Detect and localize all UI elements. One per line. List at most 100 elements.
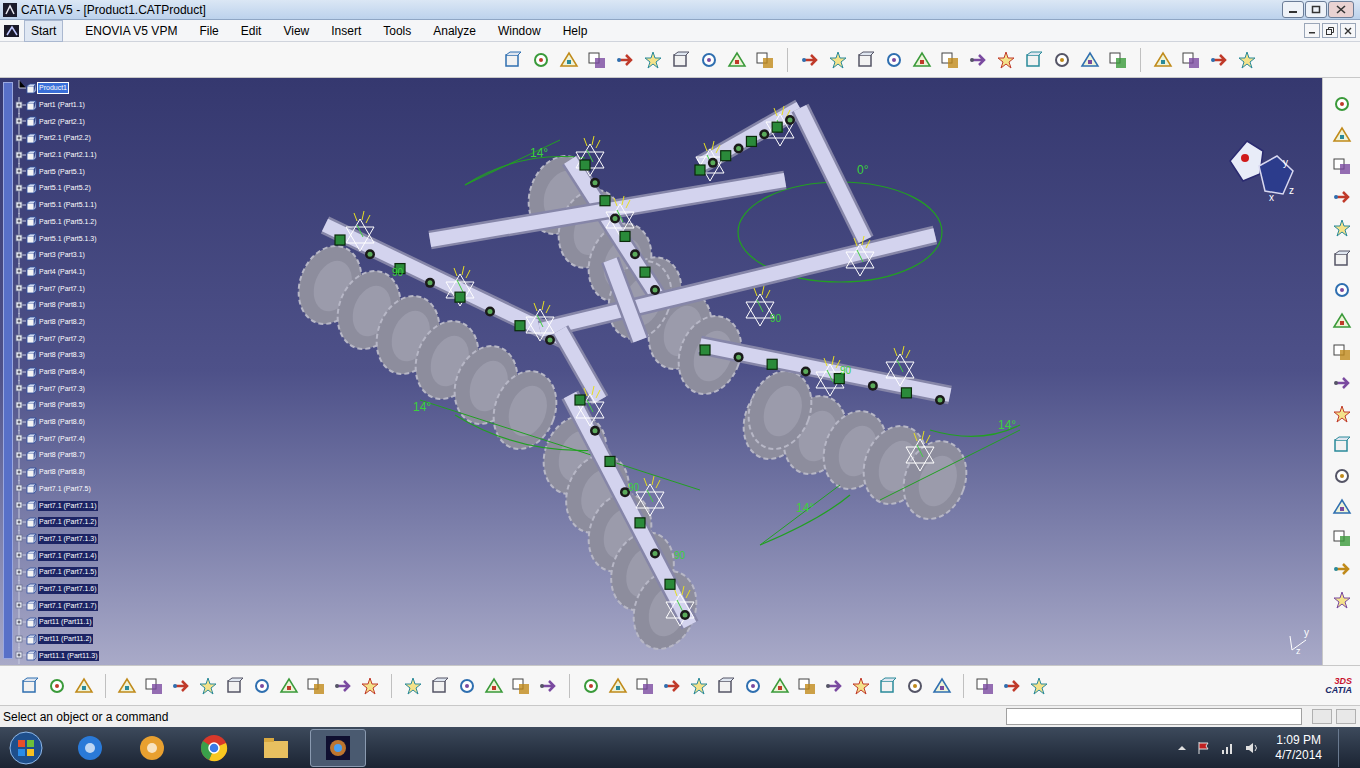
fix-constraint-icon[interactable]: [901, 388, 911, 398]
tool-icon[interactable]: [1332, 218, 1352, 238]
fix-constraint-icon[interactable]: [620, 231, 630, 241]
tool-icon[interactable]: [643, 50, 663, 70]
tool-icon[interactable]: [1332, 435, 1352, 455]
tool-icon[interactable]: [1002, 676, 1022, 696]
tree-item[interactable]: Part1 (Part1.1): [0, 97, 140, 114]
tool-icon[interactable]: [996, 50, 1016, 70]
tool-icon[interactable]: [878, 676, 898, 696]
tool-icon[interactable]: [1024, 50, 1044, 70]
tree-item[interactable]: Part5.1 (Part5.1.1): [0, 197, 140, 214]
tool-icon[interactable]: [511, 676, 531, 696]
angle-annotation[interactable]: 0°: [857, 163, 869, 177]
constraint-symbol[interactable]: [526, 301, 554, 341]
angle-annotation[interactable]: 90: [674, 550, 686, 561]
tool-icon[interactable]: [1332, 528, 1352, 548]
tree-item[interactable]: Part7.1 (Part7.1.1): [0, 497, 140, 514]
frame-beam[interactable]: [610, 260, 640, 340]
menu-item[interactable]: Analyze: [425, 21, 484, 41]
fix-constraint-icon[interactable]: [772, 122, 782, 132]
tool-icon[interactable]: [932, 676, 952, 696]
tree-item[interactable]: Part8 (Part8.2): [0, 314, 140, 331]
tool-icon[interactable]: [824, 676, 844, 696]
angle-annotation[interactable]: 14°: [796, 501, 814, 515]
menu-item[interactable]: File: [191, 21, 226, 41]
tree-item[interactable]: Part11 (Part11.1): [0, 614, 140, 631]
tool-icon[interactable]: [503, 50, 523, 70]
doc-minimize-button[interactable]: [1304, 23, 1320, 38]
tree-item[interactable]: Part7 (Part7.3): [0, 380, 140, 397]
angle-annotation[interactable]: 14°: [530, 146, 548, 160]
tree-item[interactable]: Product1: [0, 80, 140, 97]
command-input[interactable]: [1006, 708, 1302, 725]
tree-item[interactable]: Part2.1 (Part2.2): [0, 130, 140, 147]
taskbar-app[interactable]: [248, 729, 304, 767]
fix-constraint-icon[interactable]: [515, 321, 525, 331]
fix-constraint-icon[interactable]: [721, 151, 731, 161]
tool-icon[interactable]: [727, 50, 747, 70]
tree-item[interactable]: Part11 (Part11.2): [0, 631, 140, 648]
status-button[interactable]: [1336, 709, 1356, 724]
disc[interactable]: [893, 432, 977, 528]
tree-item[interactable]: Part8 (Part8.8): [0, 464, 140, 481]
frame-beam[interactable]: [430, 180, 785, 240]
menu-item[interactable]: Tools: [375, 21, 419, 41]
doc-close-button[interactable]: [1340, 23, 1356, 38]
tool-icon[interactable]: [716, 676, 736, 696]
tool-icon[interactable]: [1332, 187, 1352, 207]
tool-icon[interactable]: [797, 676, 817, 696]
frame-beam[interactable]: [700, 108, 800, 165]
fix-constraint-icon[interactable]: [700, 345, 710, 355]
tool-icon[interactable]: [1332, 373, 1352, 393]
taskbar-app[interactable]: [62, 729, 118, 767]
taskbar-app[interactable]: [186, 729, 242, 767]
fix-constraint-icon[interactable]: [746, 136, 756, 146]
tool-icon[interactable]: [1332, 590, 1352, 610]
harrow-model[interactable]: 14°14°14°14°0°9090909090: [0, 78, 1322, 665]
tool-icon[interactable]: [252, 676, 272, 696]
tool-icon[interactable]: [975, 676, 995, 696]
tool-icon[interactable]: [828, 50, 848, 70]
tool-icon[interactable]: [1332, 466, 1352, 486]
tool-icon[interactable]: [1080, 50, 1100, 70]
fix-constraint-icon[interactable]: [605, 456, 615, 466]
tree-item[interactable]: Part4 (Part4.1): [0, 264, 140, 281]
constraint-symbol[interactable]: [346, 211, 374, 251]
tool-icon[interactable]: [306, 676, 326, 696]
tree-item[interactable]: Part7.1 (Part7.1.7): [0, 597, 140, 614]
contact-constraint-icon[interactable]: [485, 306, 495, 316]
tree-item[interactable]: Part7 (Part7.2): [0, 330, 140, 347]
constraint-symbol[interactable]: [886, 346, 914, 386]
menu-item[interactable]: Start: [24, 20, 63, 42]
tool-icon[interactable]: [662, 676, 682, 696]
tree-item[interactable]: Part7 (Part7.1): [0, 280, 140, 297]
constraint-symbol[interactable]: [666, 586, 694, 626]
tool-icon[interactable]: [117, 676, 137, 696]
fix-constraint-icon[interactable]: [575, 395, 585, 405]
compass[interactable]: yxz: [1225, 136, 1305, 206]
tool-icon[interactable]: [581, 676, 601, 696]
tree-item[interactable]: Part5 (Part5.1): [0, 163, 140, 180]
doc-restore-button[interactable]: [1322, 23, 1338, 38]
fix-constraint-icon[interactable]: [640, 267, 650, 277]
tool-icon[interactable]: [1237, 50, 1257, 70]
tool-icon[interactable]: [225, 676, 245, 696]
tool-icon[interactable]: [905, 676, 925, 696]
tool-icon[interactable]: [20, 676, 40, 696]
tree-item[interactable]: Part3 (Part3.1): [0, 247, 140, 264]
tool-icon[interactable]: [1052, 50, 1072, 70]
tool-icon[interactable]: [770, 676, 790, 696]
tool-icon[interactable]: [559, 50, 579, 70]
tool-icon[interactable]: [279, 676, 299, 696]
tool-icon[interactable]: [1181, 50, 1201, 70]
menu-item[interactable]: Window: [490, 21, 549, 41]
constraint-symbol[interactable]: [846, 236, 874, 276]
tool-icon[interactable]: [144, 676, 164, 696]
fix-constraint-icon[interactable]: [767, 359, 777, 369]
tool-icon[interactable]: [1332, 249, 1352, 269]
tree-item[interactable]: Part11.1 (Part11.3): [0, 647, 140, 664]
tree-item[interactable]: Part5.1 (Part5.1.2): [0, 214, 140, 231]
tree-item[interactable]: Part5.1 (Part5.2): [0, 180, 140, 197]
network-icon[interactable]: [1221, 741, 1235, 755]
tool-icon[interactable]: [47, 676, 67, 696]
clock[interactable]: 1:09 PM4/7/2014: [1269, 733, 1328, 763]
